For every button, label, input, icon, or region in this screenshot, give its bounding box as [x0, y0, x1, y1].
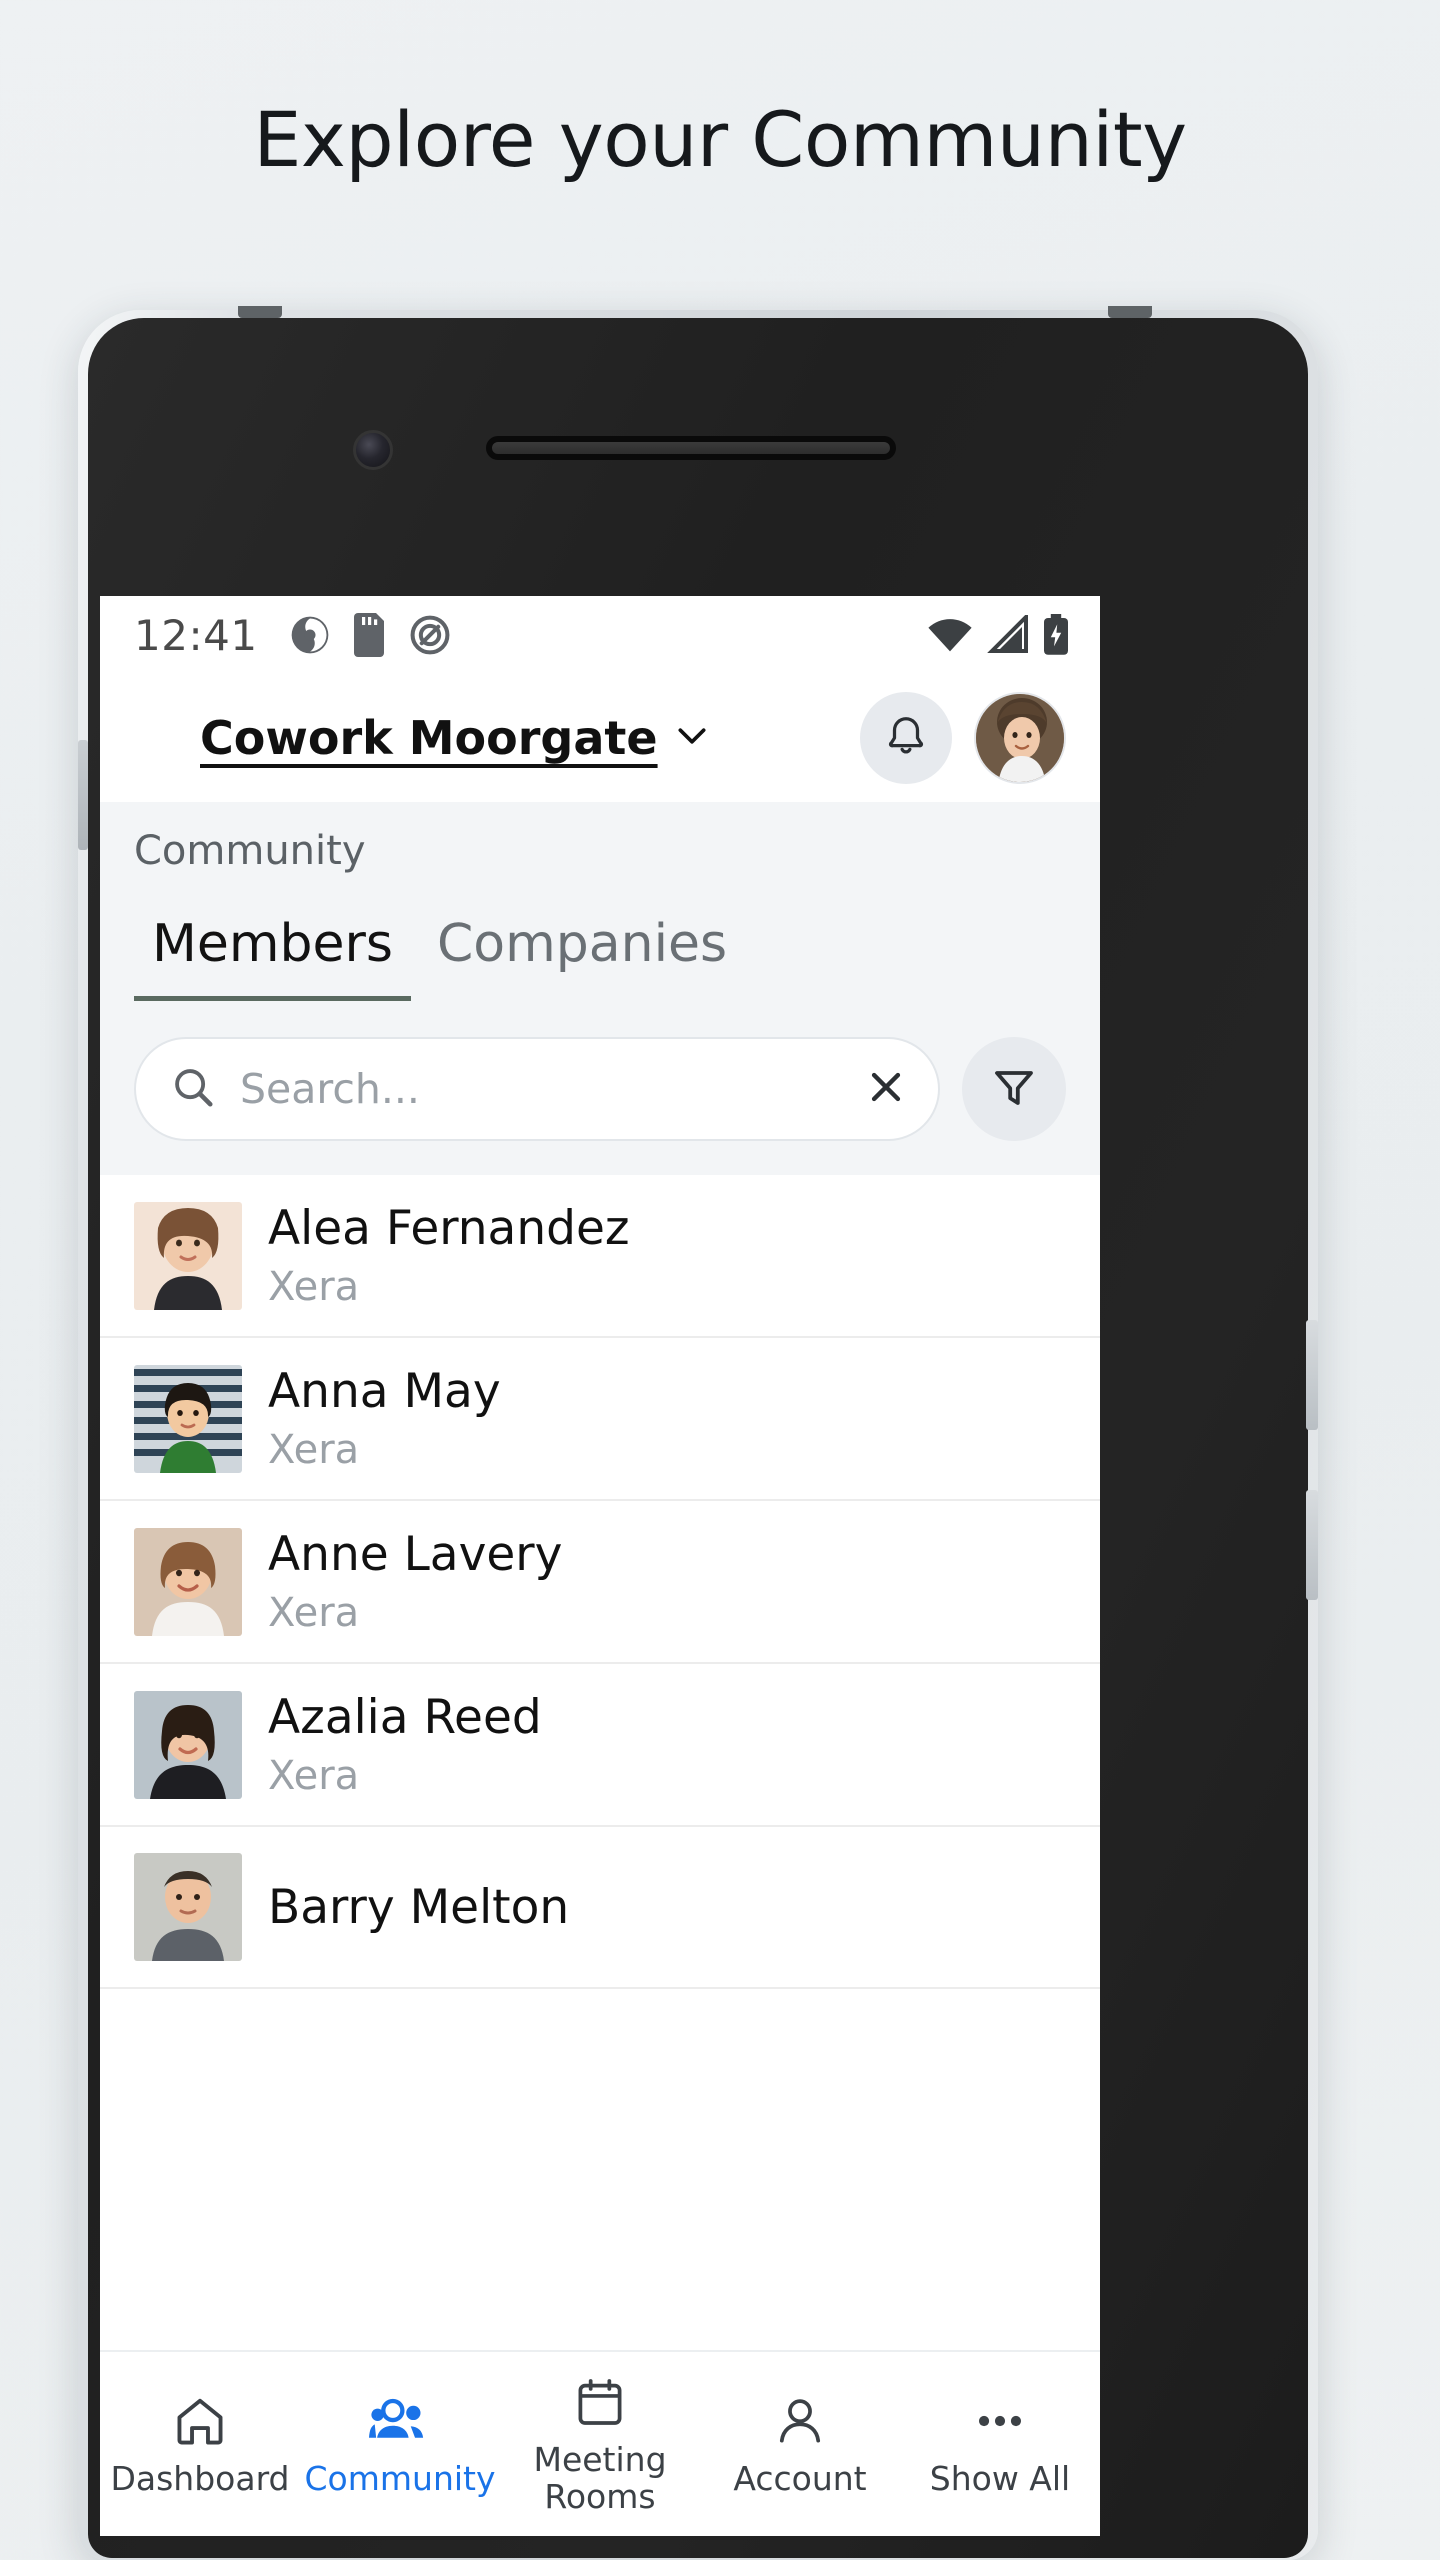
close-icon[interactable] — [864, 1065, 908, 1114]
bottom-navigation: Dashboard Community Meeting Rooms Accoun… — [100, 2350, 1100, 2536]
person-icon — [772, 2391, 828, 2451]
list-item[interactable]: Anna May Xera — [100, 1338, 1100, 1501]
list-item[interactable]: Azalia Reed Xera — [100, 1664, 1100, 1827]
people-icon — [369, 2391, 431, 2451]
phone-frame-notch-left — [238, 306, 282, 318]
phone-frame-notch-right — [1108, 306, 1152, 318]
list-item[interactable]: Barry Melton — [100, 1827, 1100, 1989]
avatar — [134, 1201, 242, 1310]
member-company: Xera — [268, 1753, 360, 1799]
nav-label-show-all: Show All — [929, 2458, 1071, 2498]
status-bar-clock: 12:41 — [134, 610, 258, 660]
member-company: Xera — [268, 1264, 360, 1310]
list-item[interactable]: Alea Fernandez Xera — [100, 1175, 1100, 1338]
chevron-down-icon[interactable] — [672, 716, 712, 761]
earpiece-speaker — [486, 436, 896, 460]
signal-icon — [986, 615, 1030, 655]
app-logo-icon — [288, 613, 332, 657]
nav-label-community: Community — [304, 2458, 496, 2498]
ellipsis-icon — [971, 2391, 1029, 2451]
tab-companies-label: Companies — [436, 914, 728, 974]
bell-icon — [883, 713, 929, 764]
nav-item-show-all[interactable]: Show All — [900, 2352, 1100, 2536]
volume-down-button[interactable] — [1306, 1490, 1318, 1600]
member-name: Azalia Reed — [268, 1690, 542, 1745]
wifi-icon — [926, 615, 974, 655]
search-row — [100, 1001, 1100, 1175]
avatar — [134, 1527, 242, 1636]
dnd-icon — [408, 613, 452, 657]
avatar — [134, 1364, 242, 1473]
search-box[interactable] — [134, 1037, 940, 1141]
member-name: Barry Melton — [268, 1879, 570, 1935]
member-list: Alea Fernandez Xera Anna May Xera Anne L… — [100, 1175, 1100, 1989]
tab-bar: Members Companies — [100, 874, 1100, 1001]
avatar — [134, 1853, 242, 1961]
member-company: Xera — [268, 1427, 360, 1473]
home-icon — [171, 2391, 229, 2451]
filter-icon — [990, 1063, 1038, 1116]
list-item[interactable]: Anne Lavery Xera — [100, 1501, 1100, 1664]
member-name: Anna May — [268, 1364, 501, 1419]
nav-label-account: Account — [733, 2458, 867, 2498]
notifications-button[interactable] — [860, 692, 952, 784]
status-bar: 12:41 — [100, 596, 1100, 674]
community-section: Community Members Companies — [100, 802, 1100, 1175]
avatar[interactable] — [974, 692, 1066, 784]
venue-name-label: Cowork Moorgate — [200, 711, 658, 765]
nav-label-dashboard: Dashboard — [110, 2458, 290, 2498]
nav-item-community[interactable]: Community — [300, 2352, 500, 2536]
section-title: Community — [134, 828, 366, 874]
member-name: Anne Lavery — [268, 1527, 563, 1582]
nav-item-account[interactable]: Account — [700, 2352, 900, 2536]
member-company: Xera — [268, 1590, 360, 1636]
side-button-left[interactable] — [78, 740, 88, 850]
member-name: Alea Fernandez — [268, 1201, 630, 1256]
calendar-icon — [572, 2372, 628, 2432]
front-camera-icon — [353, 430, 393, 470]
app-header: Cowork Moorgate — [100, 674, 1100, 802]
nav-label-meeting-rooms: Meeting Rooms — [533, 2440, 667, 2516]
sd-card-icon — [352, 613, 388, 657]
venue-selector[interactable]: Cowork Moorgate — [200, 711, 712, 765]
search-icon — [170, 1064, 216, 1115]
nav-item-dashboard[interactable]: Dashboard — [100, 2352, 300, 2536]
volume-up-button[interactable] — [1306, 1320, 1318, 1430]
page-title: Explore your Community — [253, 95, 1187, 184]
filter-button[interactable] — [962, 1037, 1066, 1141]
search-input[interactable] — [240, 1065, 840, 1113]
battery-icon — [1042, 614, 1070, 656]
avatar — [134, 1690, 242, 1799]
tab-members[interactable]: Members — [134, 914, 411, 1001]
phone-screen: 12:41 Cowork Moorgate Community Members … — [100, 596, 1100, 2536]
nav-item-meeting-rooms[interactable]: Meeting Rooms — [500, 2352, 700, 2536]
tab-companies[interactable]: Companies — [419, 914, 745, 1001]
phone-mockup: 12:41 Cowork Moorgate Community Members … — [78, 306, 1363, 2560]
tab-members-label: Members — [152, 914, 393, 974]
